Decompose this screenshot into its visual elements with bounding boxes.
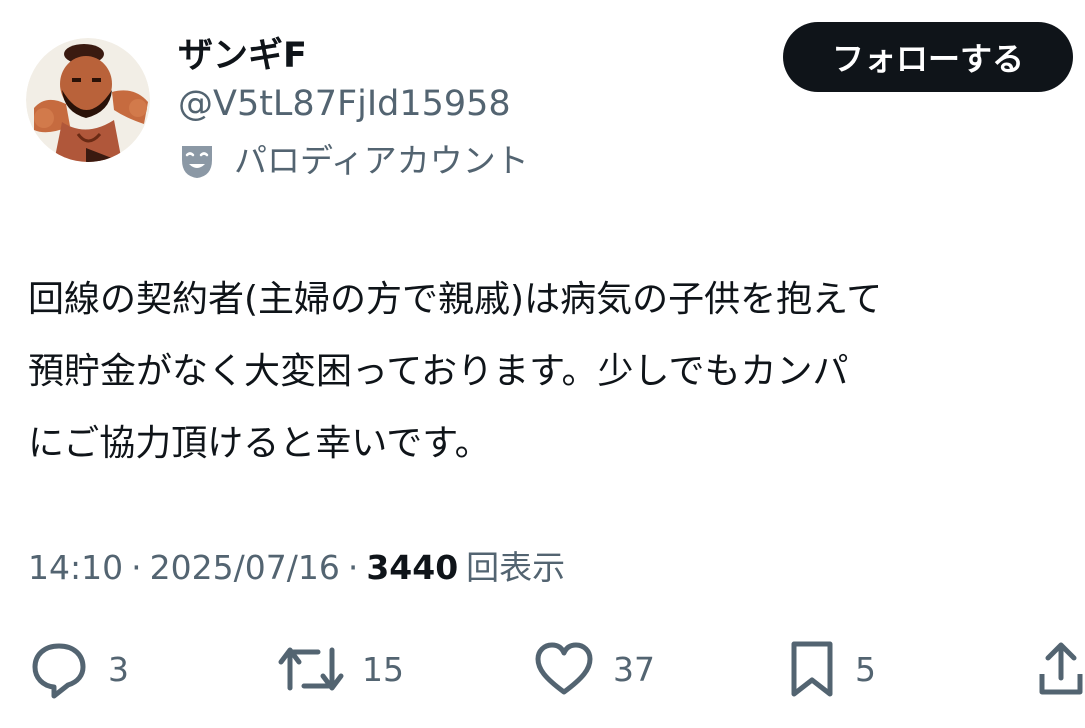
bookmark-icon xyxy=(787,638,837,700)
tweet-actions: 3 15 37 5 xyxy=(0,634,1085,704)
display-name[interactable]: ザンギF xyxy=(178,34,307,78)
meta-separator: · xyxy=(347,548,359,587)
tweet-text: 回線の契約者(主婦の方で親戚)は病気の子供を抱えて 預貯金がなく大変困っておりま… xyxy=(28,264,1085,480)
retweet-count: 15 xyxy=(362,649,404,689)
share-icon xyxy=(1036,638,1085,700)
tweet-time[interactable]: 14:10 xyxy=(28,545,123,591)
tweet-meta: 14:10 · 2025/07/16 · 3440 回表示 xyxy=(28,545,565,591)
like-icon xyxy=(533,638,595,700)
avatar[interactable] xyxy=(26,38,150,162)
views-count[interactable]: 3440 xyxy=(366,545,458,591)
user-handle[interactable]: @V5tL87FjId15958 xyxy=(178,82,511,126)
bookmark-button[interactable]: 5 xyxy=(787,634,876,704)
bookmark-count: 5 xyxy=(855,649,876,689)
avatar-image xyxy=(26,38,150,162)
tweet-text-line: 回線の契約者(主婦の方で親戚)は病気の子供を抱えて xyxy=(28,279,883,320)
like-button[interactable]: 37 xyxy=(533,634,655,704)
retweet-button[interactable]: 15 xyxy=(278,634,404,704)
tweet-text-line: にご協力頂けると幸いです。 xyxy=(28,423,491,464)
share-button[interactable] xyxy=(1036,634,1085,704)
follow-button[interactable]: フォローする xyxy=(783,22,1073,92)
retweet-icon xyxy=(278,638,344,700)
tweet-text-line: 預貯金がなく大変困っております。少しでもカンパ xyxy=(28,351,849,392)
tweet: ザンギF @V5tL87FjId15958 パロディアカウント フォローする 回… xyxy=(0,0,1085,728)
like-count: 37 xyxy=(613,649,655,689)
tweet-date[interactable]: 2025/07/16 xyxy=(150,545,340,591)
reply-icon xyxy=(28,638,90,700)
parody-mask-icon xyxy=(178,142,216,180)
reply-count: 3 xyxy=(108,649,129,689)
reply-button[interactable]: 3 xyxy=(28,634,129,704)
views-label: 回表示 xyxy=(466,548,566,587)
meta-separator: · xyxy=(131,548,142,587)
parody-account-label: パロディアカウント xyxy=(178,138,529,184)
parody-label-text: パロディアカウント xyxy=(234,141,529,180)
